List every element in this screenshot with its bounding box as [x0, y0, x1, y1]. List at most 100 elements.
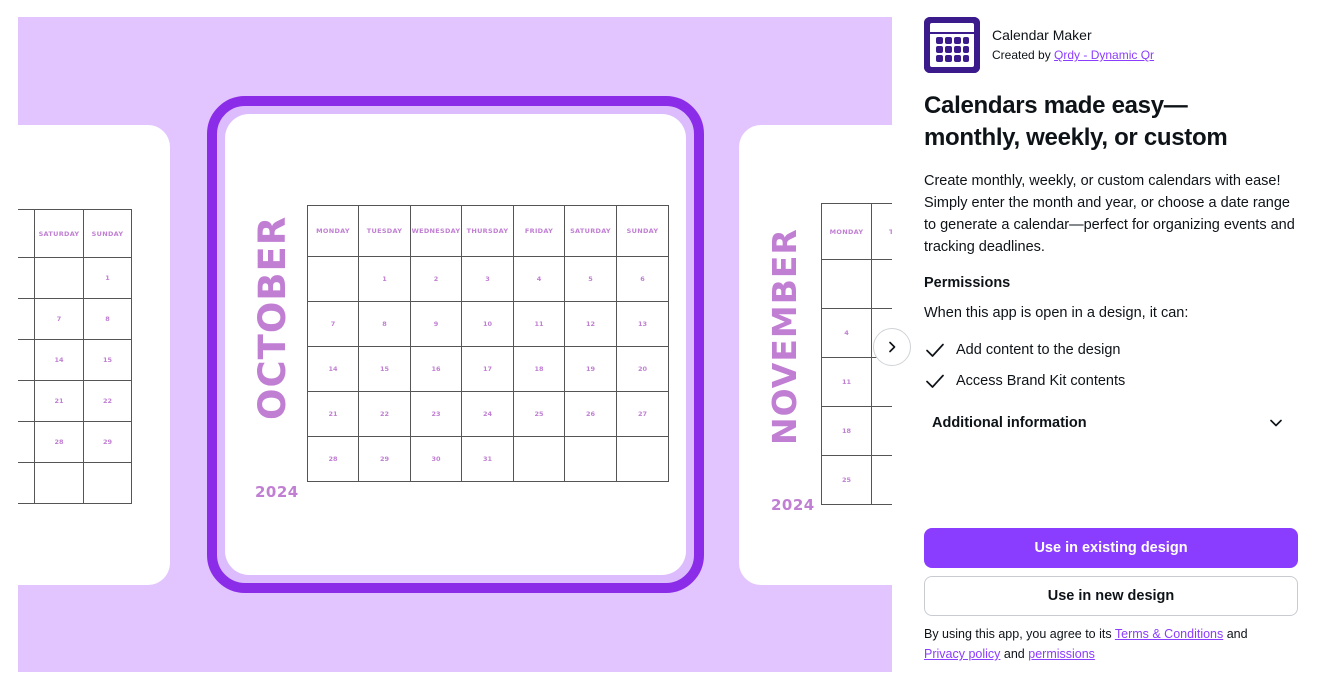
day-cell: 15 [83, 339, 132, 381]
day-cell: 11 [821, 357, 872, 407]
chevron-right-icon [889, 341, 896, 353]
day-cell: 14 [307, 346, 359, 392]
weekday-header: WEDNESDAY [410, 205, 462, 257]
terms-and: and [1003, 647, 1025, 661]
year-label: 2024 [771, 496, 815, 514]
app-preview-carousel: DAY SATURDAY SUNDAY 1 6 7 8 13 14 15 20 [18, 17, 892, 672]
preview-card-selected-frame[interactable]: OCTOBER 2024 MONDAY TUESDAY WEDNESDAY TH… [207, 96, 704, 593]
day-cell [34, 462, 84, 504]
day-cell: 21 [34, 380, 84, 422]
day-cell: 3 [461, 256, 514, 302]
day-cell: 18 [513, 346, 565, 392]
weekday-header: DAY [18, 209, 35, 258]
day-cell [34, 257, 84, 299]
day-cell [871, 259, 892, 309]
day-cell: 20 [616, 346, 669, 392]
day-cell: 8 [83, 298, 132, 340]
day-cell: 1 [83, 257, 132, 299]
day-cell: 27 [616, 391, 669, 437]
day-cell: 7 [34, 298, 84, 340]
permission-item: Access Brand Kit contents [924, 365, 1125, 396]
day-cell [616, 436, 669, 482]
day-cell: 30 [410, 436, 462, 482]
weekday-header: MONDAY [307, 205, 359, 257]
terms-and: and [1226, 627, 1248, 641]
month-title: NOVEMBER [765, 228, 804, 445]
permission-text: Access Brand Kit contents [956, 372, 1126, 389]
day-cell: 5 [564, 256, 617, 302]
page-title: Calendars made easy— monthly, weekly, or… [924, 90, 1314, 154]
day-cell: 17 [461, 346, 514, 392]
day-cell: 4 [513, 256, 565, 302]
day-cell: 25 [513, 391, 565, 437]
day-cell [18, 462, 35, 504]
app-logo [924, 17, 980, 73]
day-cell: 14 [34, 339, 84, 381]
preview-card-previous[interactable]: DAY SATURDAY SUNDAY 1 6 7 8 13 14 15 20 [18, 125, 170, 585]
day-cell: 10 [461, 301, 514, 347]
day-cell: 28 [307, 436, 359, 482]
day-cell: 4 [821, 308, 872, 358]
day-cell: 26 [564, 391, 617, 437]
day-cell: 22 [358, 391, 411, 437]
day-cell: 20 [18, 380, 35, 422]
day-cell [871, 406, 892, 456]
day-cell: 18 [821, 406, 872, 456]
day-cell: 24 [461, 391, 514, 437]
terms-prefix: By using this app, you agree to its [924, 627, 1112, 641]
weekday-header: THURSDAY [461, 205, 514, 257]
day-cell [564, 436, 617, 482]
day-cell [821, 259, 872, 309]
additional-information-label: Additional information [932, 415, 1087, 431]
weekday-header: SUNDAY [616, 205, 669, 257]
permissions-list: Add content to the design Access Brand K… [924, 334, 1125, 396]
day-cell: 9 [410, 301, 462, 347]
checkmark-icon [926, 343, 944, 357]
preview-card-current: OCTOBER 2024 MONDAY TUESDAY WEDNESDAY TH… [225, 114, 686, 575]
terms-conditions-link[interactable]: Terms & Conditions [1115, 627, 1223, 641]
day-cell: 12 [564, 301, 617, 347]
day-cell: 29 [83, 421, 132, 463]
created-by-label: Created by [992, 48, 1051, 62]
use-in-new-design-button[interactable]: Use in new design [924, 576, 1298, 616]
carousel-next-button[interactable] [873, 328, 911, 366]
calendar-grid-october: MONDAY TUESDAY WEDNESDAY THURSDAY FRIDAY… [307, 205, 669, 482]
day-cell [513, 436, 565, 482]
app-name: Calendar Maker [992, 27, 1092, 43]
author-link[interactable]: Qrdy - Dynamic Qr [1054, 48, 1154, 62]
permissions-link[interactable]: permissions [1028, 647, 1095, 661]
permission-text: Add content to the design [956, 341, 1121, 358]
weekday-header: MONDAY [821, 203, 872, 260]
permission-item: Add content to the design [924, 334, 1125, 365]
day-cell: 27 [18, 421, 35, 463]
headline-line-1: Calendars made easy— [924, 92, 1188, 119]
checkmark-icon [926, 374, 944, 388]
year-label: 2024 [255, 483, 299, 501]
day-cell: 6 [18, 298, 35, 340]
day-cell [83, 462, 132, 504]
headline-line-2: monthly, weekly, or custom [924, 124, 1228, 151]
day-cell: 16 [410, 346, 462, 392]
additional-information-toggle[interactable]: Additional information [924, 405, 1298, 441]
day-cell: 6 [616, 256, 669, 302]
day-cell: 21 [307, 391, 359, 437]
privacy-policy-link[interactable]: Privacy policy [924, 647, 1000, 661]
day-cell: 23 [410, 391, 462, 437]
use-in-existing-design-button[interactable]: Use in existing design [924, 528, 1298, 568]
day-cell: 2 [410, 256, 462, 302]
day-cell: 1 [358, 256, 411, 302]
day-cell: 28 [34, 421, 84, 463]
day-cell: 29 [358, 436, 411, 482]
preview-card-next[interactable]: NOVEMBER 2024 MONDAY TUE 4 11 18 [739, 125, 892, 585]
permissions-intro: When this app is open in a design, it ca… [924, 305, 1189, 321]
calendar-grid-icon [924, 17, 980, 73]
weekday-header: TUE [871, 203, 892, 260]
app-description: Create monthly, weekly, or custom calend… [924, 173, 1295, 255]
weekday-header: SUNDAY [83, 209, 132, 258]
day-cell: 22 [83, 380, 132, 422]
month-title: OCTOBER [251, 215, 294, 420]
chevron-down-icon [1270, 419, 1282, 427]
terms-notice: By using this app, you agree to its Term… [924, 624, 1304, 664]
day-cell: 11 [513, 301, 565, 347]
day-cell: 13 [18, 339, 35, 381]
